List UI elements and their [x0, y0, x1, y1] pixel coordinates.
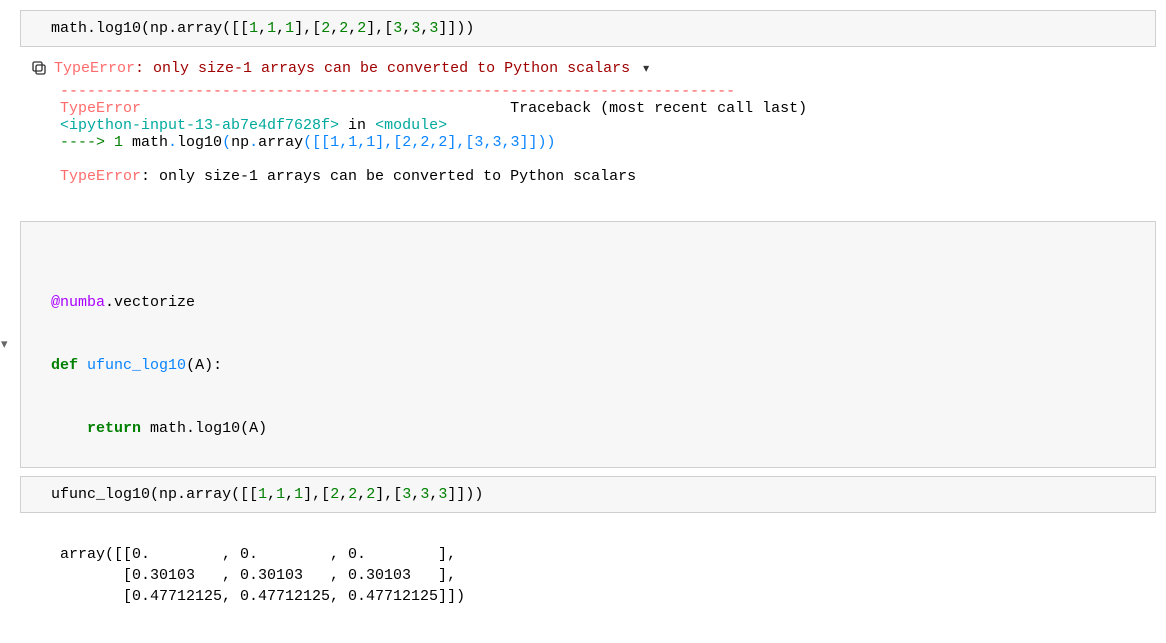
output-cell-3: array([[0. , 0. , 0. ], [0.30103 , 0.301… — [20, 521, 1156, 609]
code-cell-1[interactable]: math.log10(np.array([[1,1,1],[2,2,2],[3,… — [20, 10, 1156, 47]
traceback-call: math.log10(np.array([[1,1,1],[2,2,2],[3,… — [132, 134, 556, 151]
traceback-call-line: ----> 1 math.log10(np.array([[1,1,1],[2,… — [20, 134, 1156, 151]
final-error-name: TypeError — [60, 168, 141, 185]
output-line: array([[0. , 0. , 0. ], — [60, 546, 456, 563]
output-line: [0.30103 , 0.30103 , 0.30103 ], — [60, 567, 456, 584]
copy-icon[interactable] — [30, 59, 48, 77]
traceback-final: TypeError: only size-1 arrays can be con… — [20, 168, 1156, 185]
output-line: [0.47712125, 0.47712125, 0.47712125]]) — [60, 588, 465, 605]
code-cell-3[interactable]: ufunc_log10(np.array([[1,1,1],[2,2,2],[3… — [20, 476, 1156, 513]
error-message: : only size-1 arrays can be converted to… — [135, 60, 630, 77]
error-type-name: TypeError — [54, 60, 135, 77]
in-text: in — [339, 117, 375, 134]
code-line: def ufunc_log10(A): — [51, 355, 1147, 376]
expand-arrow-icon[interactable]: ▾ — [1, 335, 8, 353]
error-summary[interactable]: TypeError: only size-1 arrays can be con… — [20, 55, 1156, 81]
module-text: <module> — [375, 117, 447, 134]
code-cell-2[interactable]: ▾ @numba.vectorize def ufunc_log10(A): r… — [20, 221, 1156, 468]
code-line: return math.log10(A) — [51, 418, 1147, 439]
chevron-down-icon[interactable]: ▾ — [643, 62, 649, 76]
traceback-spacer — [141, 100, 510, 117]
final-error-msg: : only size-1 arrays can be converted to… — [141, 168, 636, 185]
traceback-arrow: ----> 1 — [60, 134, 132, 151]
code-line: @numba.vectorize — [51, 292, 1147, 313]
traceback-input-ref: <ipython-input-13-ab7e4df7628f> in <modu… — [20, 117, 1156, 134]
input-ref: <ipython-input-13-ab7e4df7628f> — [60, 117, 339, 134]
traceback-error-name: TypeError — [60, 100, 141, 117]
traceback-divider: ----------------------------------------… — [20, 83, 1156, 100]
traceback-label: Traceback (most recent call last) — [510, 100, 807, 117]
traceback-header: TypeError Traceback (most recent call la… — [20, 100, 1156, 117]
traceback-blank — [20, 151, 1156, 168]
